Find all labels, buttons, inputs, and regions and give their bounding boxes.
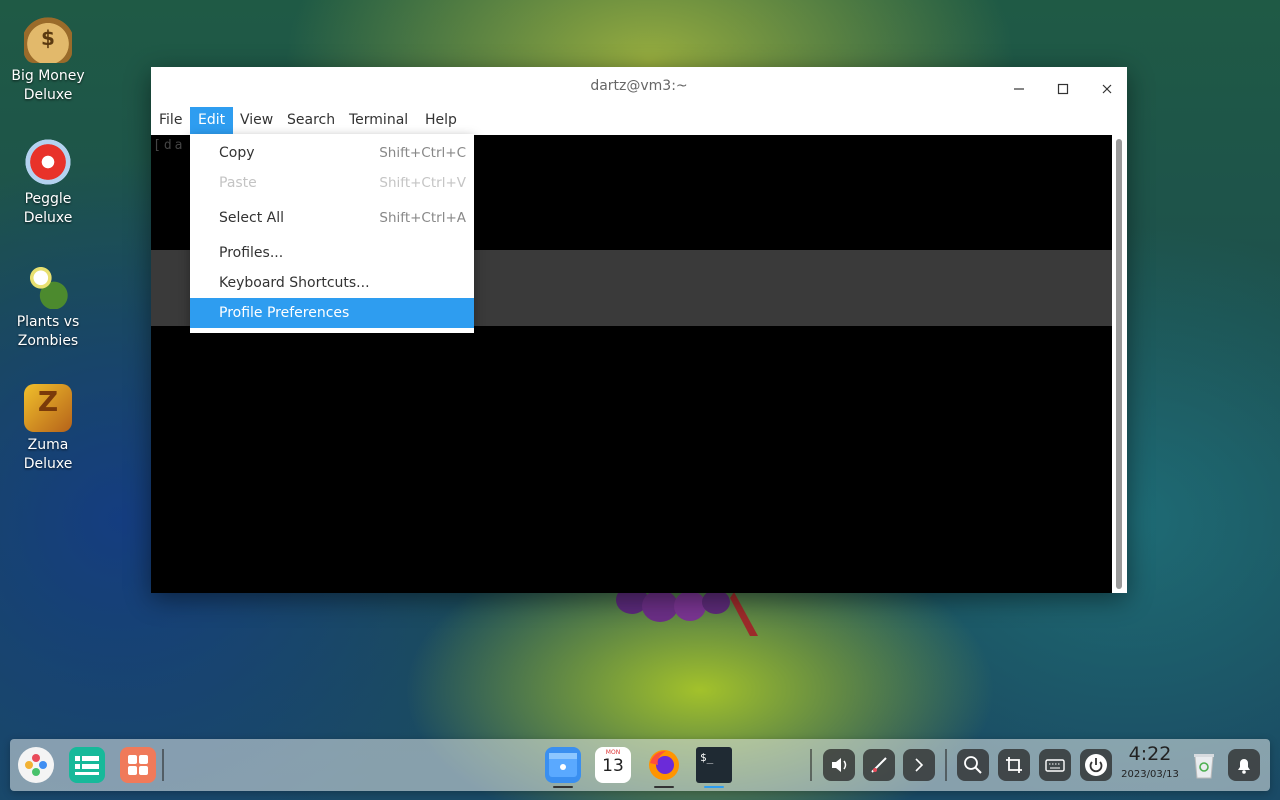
- window-title: dartz@vm3:~: [590, 78, 688, 94]
- notifications-button[interactable]: [1228, 749, 1260, 781]
- trash-icon: [1194, 754, 1214, 779]
- firefox-button[interactable]: [646, 747, 682, 783]
- menu-item-keyboard-shortcuts[interactable]: Keyboard Shortcuts...: [190, 268, 474, 298]
- power-icon: [1085, 754, 1107, 776]
- running-indicator: [654, 786, 674, 788]
- file-manager-icon: [549, 753, 577, 777]
- plants-vs-zombies-icon: [24, 261, 72, 309]
- calendar-button[interactable]: MON 13: [595, 747, 631, 783]
- search-icon: [964, 756, 982, 774]
- keyboard-icon: [1045, 759, 1065, 772]
- menu-item-copy[interactable]: Copy Shift+Ctrl+C: [190, 138, 474, 168]
- screenshot-icon: [1006, 757, 1022, 773]
- terminal-button[interactable]: $_: [696, 747, 732, 783]
- menu-edit[interactable]: Edit: [190, 107, 234, 134]
- volume-icon: [832, 758, 847, 772]
- chevron-right-icon: [915, 758, 924, 772]
- app-store-button[interactable]: [120, 747, 156, 783]
- title-bar[interactable]: dartz@vm3:~: [151, 67, 1127, 107]
- desktop-icon-label: Big Money Deluxe: [11, 68, 85, 103]
- calendar-day: 13: [602, 756, 624, 776]
- clock-time[interactable]: 4:22: [1120, 743, 1180, 765]
- menu-item-label: Profiles...: [219, 245, 284, 261]
- menu-file[interactable]: File: [151, 107, 190, 134]
- firefox-icon: [649, 750, 679, 780]
- menu-item-shortcut: Shift+Ctrl+A: [379, 210, 466, 226]
- scrollbar-thumb[interactable]: [1116, 139, 1122, 589]
- menu-help[interactable]: Help: [417, 107, 465, 134]
- search-button[interactable]: [957, 749, 989, 781]
- menu-item-shortcut: Shift+Ctrl+V: [379, 175, 466, 191]
- zuma-icon: [24, 384, 72, 432]
- menu-bar: File Edit View Search Terminal Help: [151, 107, 1127, 134]
- menu-item-label: Select All: [219, 210, 284, 226]
- volume-button[interactable]: [823, 749, 855, 781]
- menu-terminal[interactable]: Terminal: [341, 107, 416, 134]
- desktop-icon-plants-vs-zombies[interactable]: Plants vs Zombies: [6, 261, 90, 351]
- calendar-weekday: MON: [605, 749, 621, 756]
- terminal-icon: $_: [700, 751, 714, 764]
- desktop-icon-big-money[interactable]: Big Money Deluxe: [6, 15, 90, 105]
- menu-item-profiles[interactable]: Profiles...: [190, 238, 474, 268]
- desktop-icon-label: Plants vs Zombies: [16, 314, 80, 349]
- wallpaper-flower: [616, 592, 758, 636]
- menu-item-label: Paste: [219, 175, 257, 191]
- menu-item-label: Profile Preferences: [219, 305, 350, 321]
- close-button[interactable]: [1094, 75, 1120, 101]
- taskbar-separator: [945, 749, 947, 781]
- active-indicator: [704, 786, 724, 788]
- power-button[interactable]: [1080, 749, 1112, 781]
- minimize-button[interactable]: [1006, 75, 1032, 101]
- terminal-prompt: [da: [153, 138, 186, 153]
- desktop-icon-zuma[interactable]: Zuma Deluxe: [6, 384, 90, 474]
- clock-date: 2023/03/13: [1121, 769, 1179, 780]
- launcher-icon: [25, 754, 47, 776]
- menu-search[interactable]: Search: [279, 107, 343, 134]
- bell-icon: [1238, 759, 1250, 774]
- trash-button[interactable]: [1186, 747, 1222, 783]
- running-indicator: [553, 786, 573, 788]
- maximize-icon: [1057, 83, 1069, 94]
- close-icon: [1102, 84, 1112, 93]
- desktop-icon-label: Zuma Deluxe: [23, 437, 73, 472]
- menu-item-shortcut: Shift+Ctrl+C: [379, 145, 466, 161]
- minimize-icon: [1014, 87, 1024, 90]
- multitask-view-icon: [75, 756, 99, 775]
- terminal-scrollbar[interactable]: [1112, 135, 1127, 593]
- money-bag-icon: [24, 15, 72, 63]
- taskbar: MON 13 $_ 4:22 2023/03/13: [10, 739, 1270, 791]
- desktop-icon-label: Peggle Deluxe: [23, 191, 73, 226]
- taskbar-separator: [162, 749, 164, 781]
- app-grid-icon: [128, 755, 148, 775]
- menu-item-paste: Paste Shift+Ctrl+V: [190, 168, 474, 198]
- peggle-icon: [24, 138, 72, 186]
- keyboard-button[interactable]: [1039, 749, 1071, 781]
- menu-item-label: Keyboard Shortcuts...: [219, 275, 370, 291]
- desktop-icon-peggle[interactable]: Peggle Deluxe: [6, 138, 90, 228]
- maximize-button[interactable]: [1050, 75, 1076, 101]
- screenshot-button[interactable]: [998, 749, 1030, 781]
- launcher-button[interactable]: [18, 747, 54, 783]
- menu-item-label: Copy: [219, 145, 255, 161]
- taskbar-separator: [810, 749, 812, 781]
- network-button[interactable]: [863, 749, 895, 781]
- menu-item-select-all[interactable]: Select All Shift+Ctrl+A: [190, 203, 474, 233]
- multitask-view-button[interactable]: [69, 747, 105, 783]
- menu-item-profile-preferences[interactable]: Profile Preferences: [190, 298, 474, 328]
- edit-menu-dropdown: Copy Shift+Ctrl+C Paste Shift+Ctrl+V Sel…: [190, 134, 474, 333]
- file-manager-button[interactable]: [545, 747, 581, 783]
- network-off-icon: [871, 757, 887, 773]
- menu-view[interactable]: View: [232, 107, 281, 134]
- tray-expand-button[interactable]: [903, 749, 935, 781]
